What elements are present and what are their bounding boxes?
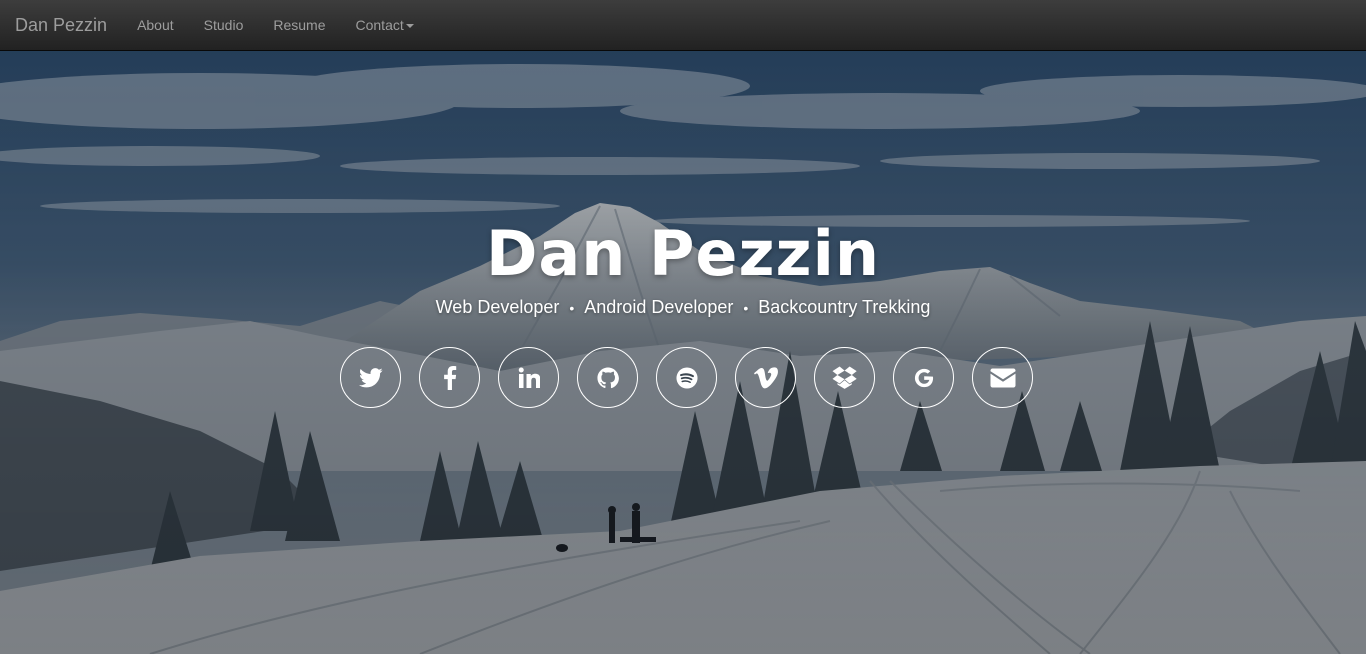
tagline-item: Web Developer [435, 297, 560, 317]
email-button[interactable] [972, 347, 1033, 408]
google-button[interactable] [893, 347, 954, 408]
facebook-button[interactable] [419, 347, 480, 408]
nav-item-label: Resume [273, 17, 326, 33]
caret-down-icon [405, 23, 414, 28]
hero-tagline: Web Developer • Android Developer • Back… [0, 297, 1366, 318]
social-links [340, 347, 1051, 408]
hero-title: Dan Pezzin [485, 217, 881, 290]
brand-link[interactable]: Dan Pezzin [15, 15, 107, 36]
tagline-separator: • [743, 299, 749, 316]
dropbox-button[interactable] [814, 347, 875, 408]
tagline-item: Android Developer [584, 297, 734, 317]
tagline-item: Backcountry Trekking [758, 297, 931, 317]
vimeo-button[interactable] [735, 347, 796, 408]
google-icon [914, 368, 933, 387]
hero-section: Dan Pezzin Web Developer • Android Devel… [0, 51, 1366, 654]
twitter-button[interactable] [340, 347, 401, 408]
email-icon [990, 368, 1015, 387]
nav-item-label: About [137, 17, 174, 33]
facebook-icon [443, 365, 456, 390]
tagline-separator: • [569, 299, 575, 316]
nav-item-label: Contact [355, 17, 404, 33]
nav-item-contact-dropdown[interactable]: Contact [341, 17, 429, 33]
nav-item-about[interactable]: About [122, 17, 189, 33]
twitter-icon [358, 367, 383, 387]
spotify-button[interactable] [656, 347, 717, 408]
github-icon [596, 366, 619, 388]
nav-item-studio[interactable]: Studio [189, 17, 259, 33]
nav-item-resume[interactable]: Resume [258, 17, 340, 33]
dropbox-icon [832, 366, 857, 389]
linkedin-icon [518, 367, 540, 388]
spotify-icon [675, 366, 698, 389]
github-button[interactable] [577, 347, 638, 408]
linkedin-button[interactable] [498, 347, 559, 408]
nav-menu: About Studio Resume Contact [122, 17, 429, 33]
hero-content: Dan Pezzin Web Developer • Android Devel… [0, 51, 1366, 654]
top-navbar: Dan Pezzin About Studio Resume Contact [0, 0, 1366, 51]
vimeo-icon [753, 366, 778, 388]
nav-item-label: Studio [203, 17, 244, 33]
